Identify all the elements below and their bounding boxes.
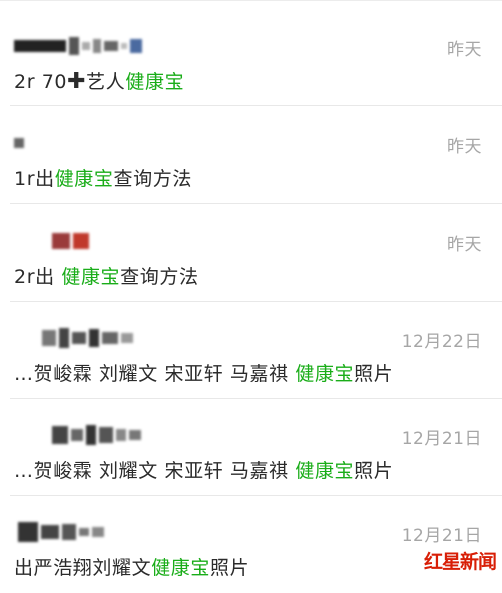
chat-date: 昨天 bbox=[447, 235, 482, 255]
highlight-keyword: 健康宝 bbox=[295, 460, 355, 482]
message-text: 查询方法 bbox=[120, 266, 199, 288]
highlight-keyword: 健康宝 bbox=[151, 557, 211, 579]
highlight-keyword: 健康宝 bbox=[295, 363, 355, 385]
chat-list-item[interactable]: 昨天 2r出 健康宝查询方法 bbox=[0, 204, 502, 302]
blurred-contact-name bbox=[52, 228, 89, 254]
message-text: 2r出 bbox=[14, 266, 62, 288]
message-text: 出严浩翔刘耀文 bbox=[14, 557, 152, 579]
highlight-keyword: 健康宝 bbox=[61, 266, 121, 288]
blurred-contact-name bbox=[14, 130, 24, 156]
message-text: 2r 70 bbox=[14, 71, 68, 93]
blurred-contact-name bbox=[42, 325, 133, 351]
chat-last-message: 2r 70✚艺人健康宝 bbox=[14, 67, 184, 94]
message-text: …贺峻霖 刘耀文 宋亚轩 马嘉祺 bbox=[14, 363, 296, 385]
blurred-contact-name bbox=[18, 519, 104, 545]
message-text: 照片 bbox=[210, 557, 250, 579]
message-text: 照片 bbox=[354, 363, 394, 385]
chat-list-item[interactable]: 昨天 1r出健康宝查询方法 bbox=[0, 106, 502, 204]
blurred-contact-name bbox=[52, 422, 141, 448]
message-text: …贺峻霖 刘耀文 宋亚轩 马嘉祺 bbox=[14, 460, 296, 482]
chat-list: 昨天 2r 70✚艺人健康宝 昨天 1r出健康宝查询方法 昨天 2r出 健康宝查… bbox=[0, 0, 502, 593]
message-text: 照片 bbox=[354, 460, 394, 482]
chat-list-item[interactable]: 12月22日 …贺峻霖 刘耀文 宋亚轩 马嘉祺 健康宝照片 bbox=[0, 301, 502, 399]
highlight-keyword: 健康宝 bbox=[125, 71, 185, 93]
chat-last-message: 1r出健康宝查询方法 bbox=[14, 164, 192, 191]
chat-date: 12月21日 bbox=[401, 526, 482, 546]
highlight-keyword: 健康宝 bbox=[54, 168, 114, 190]
chat-last-message: 出严浩翔刘耀文健康宝照片 bbox=[14, 553, 249, 580]
chat-date: 12月22日 bbox=[401, 332, 482, 352]
chat-list-item[interactable]: 12月21日 出严浩翔刘耀文健康宝照片 bbox=[0, 495, 502, 592]
chat-date: 昨天 bbox=[447, 40, 482, 60]
chat-list-item[interactable]: 12月21日 …贺峻霖 刘耀文 宋亚轩 马嘉祺 健康宝照片 bbox=[0, 398, 502, 496]
chat-list-item[interactable]: 昨天 2r 70✚艺人健康宝 bbox=[0, 9, 502, 106]
chat-last-message: …贺峻霖 刘耀文 宋亚轩 马嘉祺 健康宝照片 bbox=[14, 359, 393, 386]
watermark-logo: 红星新闻 bbox=[418, 547, 497, 577]
chat-last-message: 2r出 健康宝查询方法 bbox=[14, 262, 199, 289]
chat-date: 12月21日 bbox=[401, 429, 482, 449]
watermark-text: 红星新闻 bbox=[424, 551, 497, 573]
blurred-contact-name bbox=[14, 33, 142, 59]
plus-icon: ✚ bbox=[67, 69, 87, 94]
chat-last-message: …贺峻霖 刘耀文 宋亚轩 马嘉祺 健康宝照片 bbox=[14, 456, 393, 483]
chat-date: 昨天 bbox=[447, 137, 482, 157]
message-text: 1r出 bbox=[14, 168, 55, 190]
message-text: 艺人 bbox=[86, 71, 126, 93]
message-text: 查询方法 bbox=[113, 168, 192, 190]
